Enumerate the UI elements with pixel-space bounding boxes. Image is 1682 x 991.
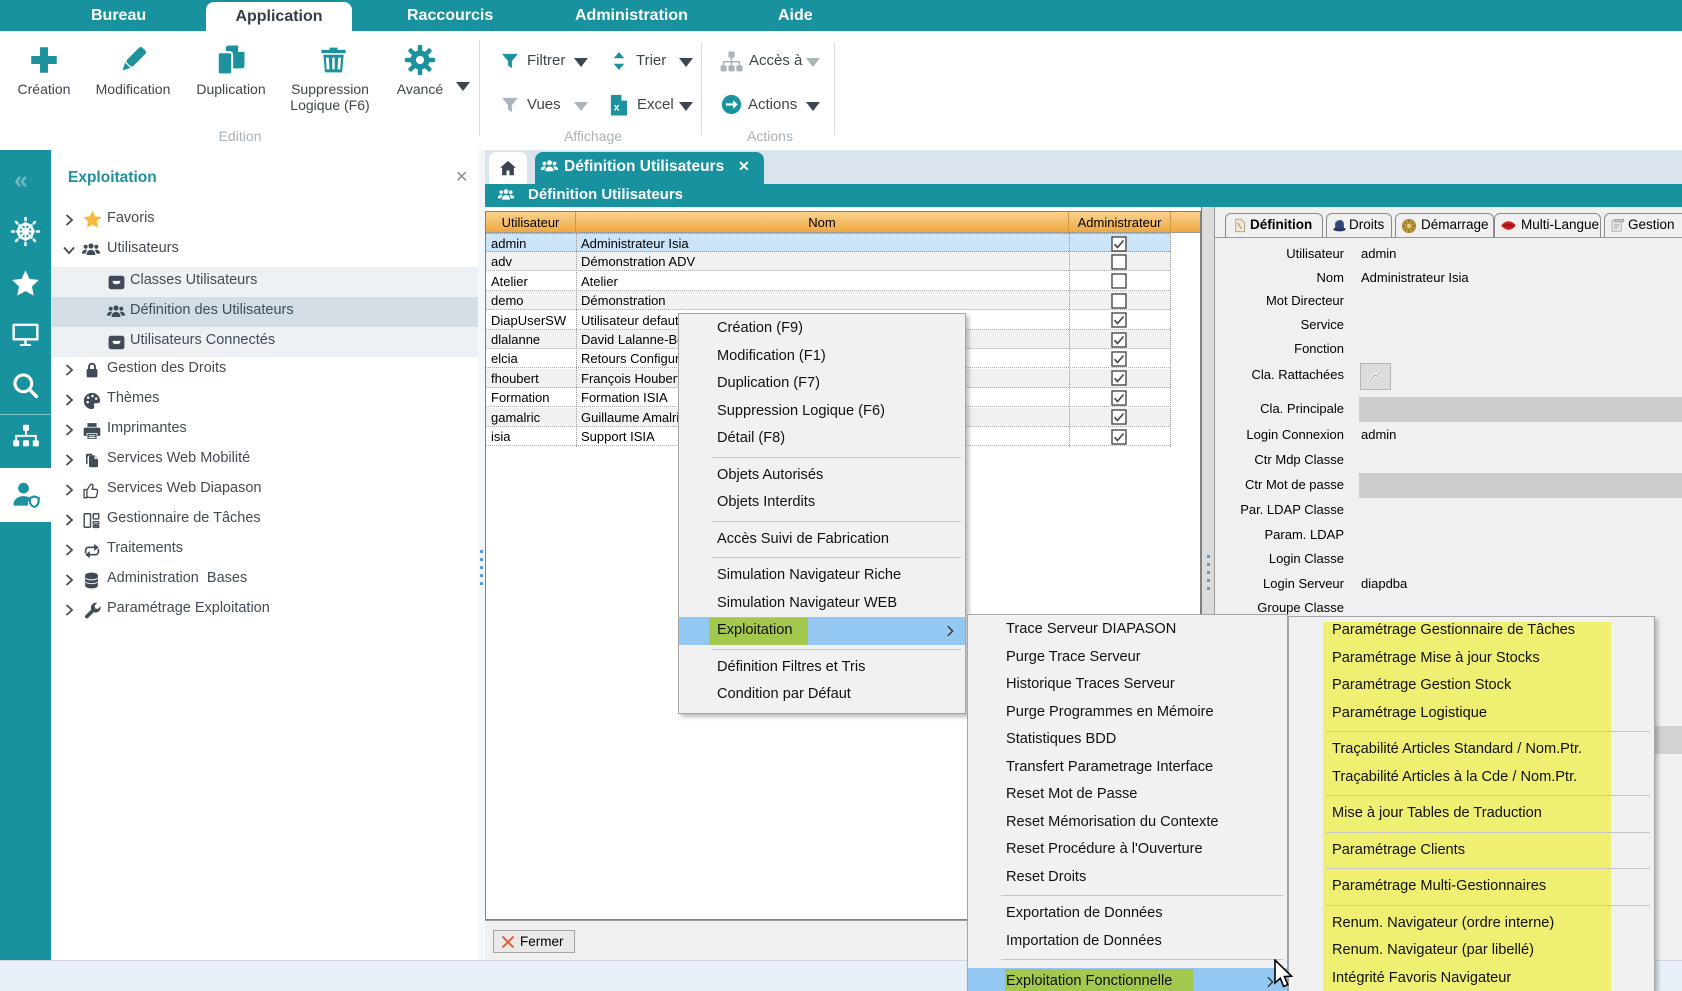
svg-text:x: x: [614, 102, 620, 114]
